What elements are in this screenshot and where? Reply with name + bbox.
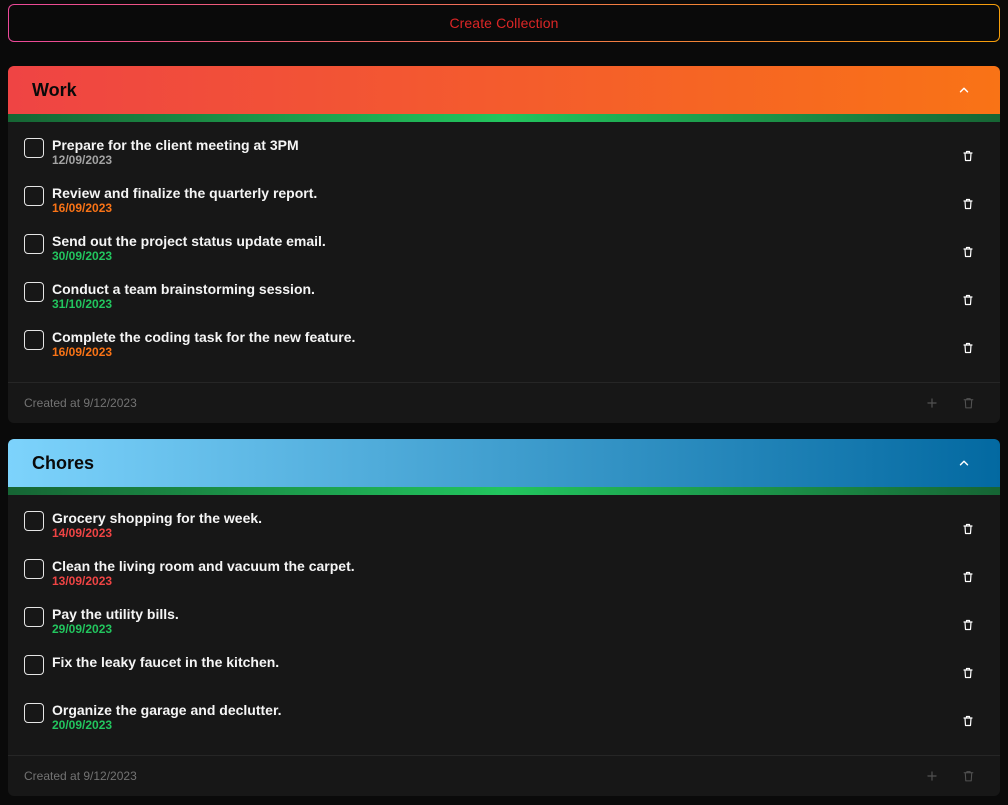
task-checkbox[interactable] <box>24 282 44 302</box>
trash-icon[interactable] <box>960 713 976 729</box>
create-collection-button[interactable]: Create Collection <box>9 5 999 41</box>
task-item: Complete the coding task for the new fea… <box>8 326 1000 374</box>
trash-icon[interactable] <box>960 196 976 212</box>
task-checkbox[interactable] <box>24 186 44 206</box>
task-date: 14/09/2023 <box>52 526 113 540</box>
task-item: Fix the leaky faucet in the kitchen. <box>8 651 1000 699</box>
collection-footer: Created at 9/12/2023 <box>8 755 1000 796</box>
collection-card: Work Prepare for the client meeting at 3… <box>8 66 1000 423</box>
collection-actions <box>924 395 984 411</box>
trash-icon[interactable] <box>960 244 976 260</box>
plus-icon[interactable] <box>924 395 940 411</box>
task-date: 30/09/2023 <box>52 249 113 263</box>
task-item: Conduct a team brainstorming session. 31… <box>8 278 1000 326</box>
collection-card: Chores Grocery shopping for the week. 14… <box>8 439 1000 796</box>
chevron-up-icon[interactable] <box>952 78 976 102</box>
task-item: Clean the living room and vacuum the car… <box>8 555 1000 603</box>
task-checkbox[interactable] <box>24 559 44 579</box>
collection-actions <box>924 768 984 784</box>
task-checkbox[interactable] <box>24 234 44 254</box>
created-at-label: Created at 9/12/2023 <box>24 769 137 783</box>
task-text: Review and finalize the quarterly report… <box>52 185 318 201</box>
trash-icon[interactable] <box>960 665 976 681</box>
task-date: 16/09/2023 <box>52 201 113 215</box>
collection-progress-bar <box>8 114 1000 122</box>
trash-icon[interactable] <box>960 395 976 411</box>
task-item: Review and finalize the quarterly report… <box>8 182 1000 230</box>
trash-icon[interactable] <box>960 569 976 585</box>
collection-header[interactable]: Chores <box>8 439 1000 487</box>
task-checkbox[interactable] <box>24 511 44 531</box>
task-list: Prepare for the client meeting at 3PM 12… <box>8 122 1000 382</box>
trash-icon[interactable] <box>960 340 976 356</box>
trash-icon[interactable] <box>960 768 976 784</box>
task-item: Send out the project status update email… <box>8 230 1000 278</box>
create-collection-border: Create Collection <box>8 4 1000 42</box>
task-item: Organize the garage and declutter. 20/09… <box>8 699 1000 747</box>
collection-header[interactable]: Work <box>8 66 1000 114</box>
task-date: 31/10/2023 <box>52 297 113 311</box>
task-text: Conduct a team brainstorming session. <box>52 281 315 297</box>
task-checkbox[interactable] <box>24 138 44 158</box>
collection-progress-bar <box>8 487 1000 495</box>
plus-icon[interactable] <box>924 768 940 784</box>
task-text: Organize the garage and declutter. <box>52 702 282 718</box>
trash-icon[interactable] <box>960 292 976 308</box>
task-checkbox[interactable] <box>24 607 44 627</box>
collection-title: Work <box>32 79 77 100</box>
task-text: Complete the coding task for the new fea… <box>52 329 356 345</box>
task-item: Pay the utility bills. 29/09/2023 <box>8 603 1000 651</box>
task-text: Send out the project status update email… <box>52 233 326 249</box>
collection-title: Chores <box>32 452 95 473</box>
collection-footer: Created at 9/12/2023 <box>8 382 1000 423</box>
task-text: Grocery shopping for the week. <box>52 510 263 526</box>
task-text: Clean the living room and vacuum the car… <box>52 558 355 574</box>
task-text: Fix the leaky faucet in the kitchen. <box>52 654 280 670</box>
task-date: 13/09/2023 <box>52 574 113 588</box>
trash-icon[interactable] <box>960 521 976 537</box>
created-at-label: Created at 9/12/2023 <box>24 396 137 410</box>
task-checkbox[interactable] <box>24 655 44 675</box>
task-date: 20/09/2023 <box>52 718 113 732</box>
chevron-up-icon[interactable] <box>952 451 976 475</box>
task-text: Pay the utility bills. <box>52 606 179 622</box>
task-item: Prepare for the client meeting at 3PM 12… <box>8 134 1000 182</box>
task-list: Grocery shopping for the week. 14/09/202… <box>8 495 1000 755</box>
trash-icon[interactable] <box>960 617 976 633</box>
task-date: 12/09/2023 <box>52 153 113 167</box>
task-item: Grocery shopping for the week. 14/09/202… <box>8 507 1000 555</box>
task-checkbox[interactable] <box>24 330 44 350</box>
task-date: 29/09/2023 <box>52 622 113 636</box>
task-date: 16/09/2023 <box>52 345 113 359</box>
task-text: Prepare for the client meeting at 3PM <box>52 137 299 153</box>
task-checkbox[interactable] <box>24 703 44 723</box>
trash-icon[interactable] <box>960 148 976 164</box>
